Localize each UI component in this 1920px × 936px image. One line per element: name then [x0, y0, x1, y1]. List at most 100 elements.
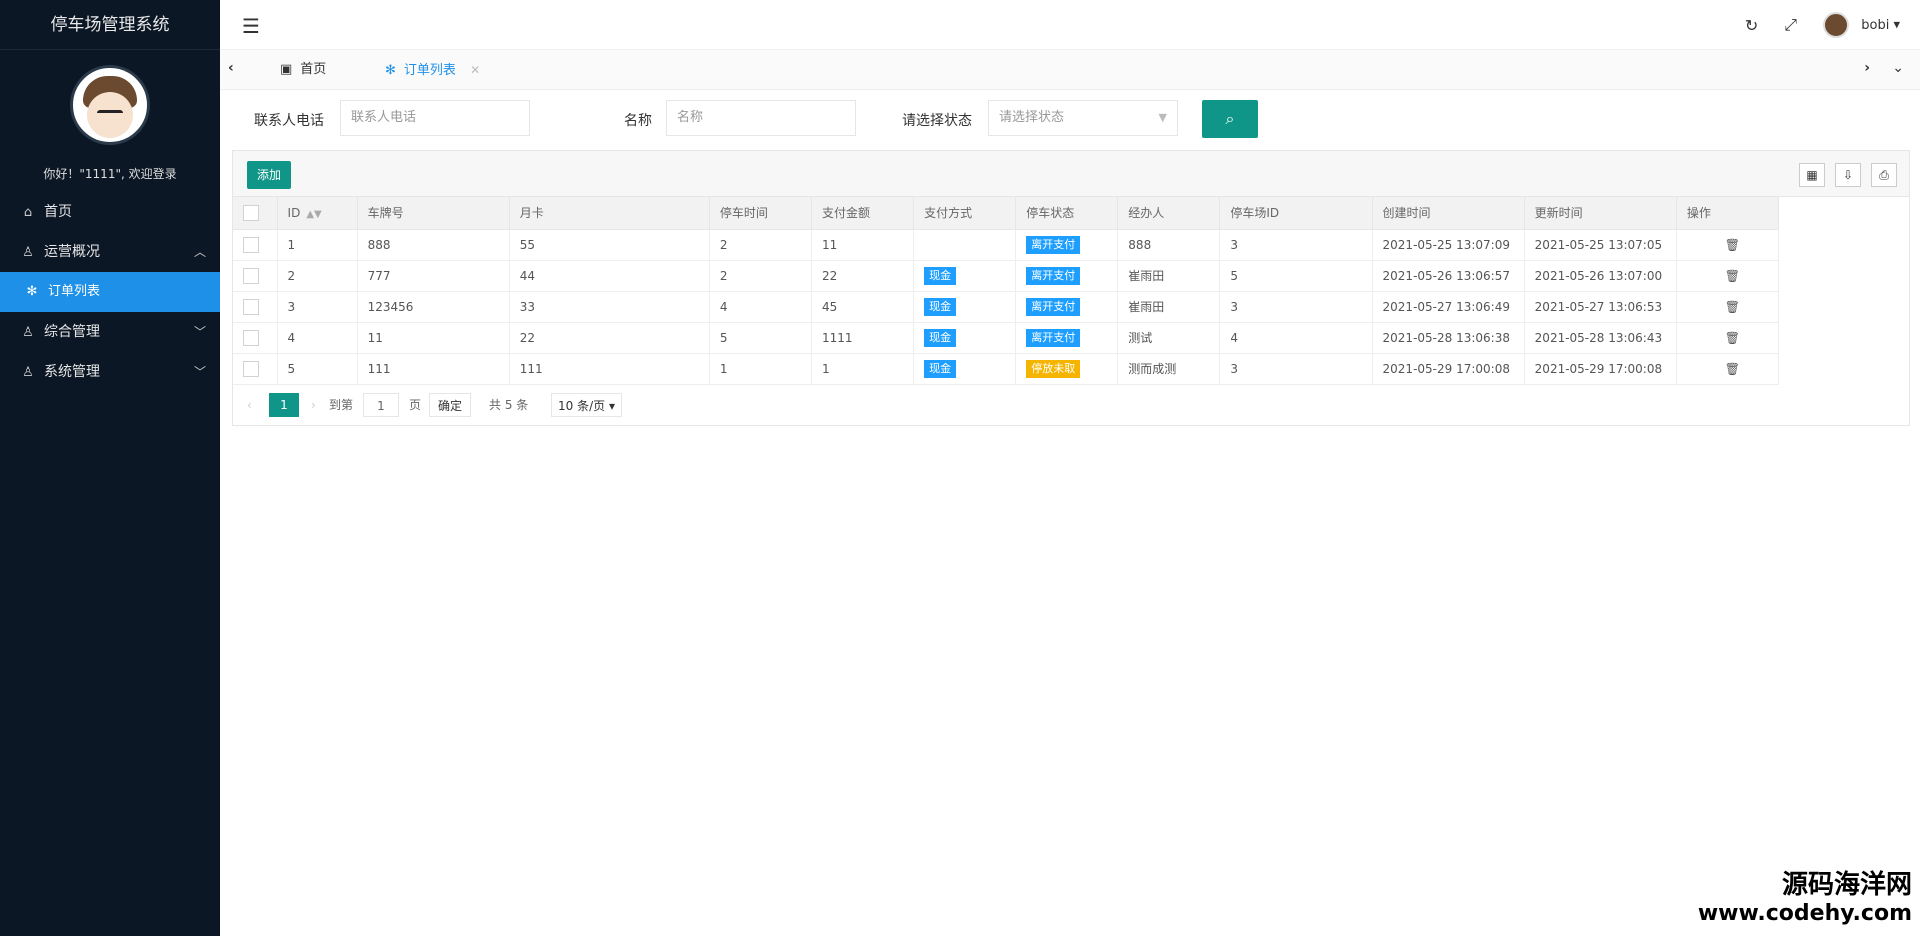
- delete-icon[interactable]: 🗑: [1725, 331, 1740, 345]
- status-badge: 离开支付: [1026, 297, 1081, 316]
- caret-down-icon: ▼: [1158, 111, 1167, 124]
- tab-order-list[interactable]: ✻ 订单列表 ✕: [385, 50, 480, 90]
- cell-card: 111: [509, 353, 710, 385]
- sidebar-item-label: 综合管理: [44, 324, 100, 340]
- table-row: 4 11 22 5 1111 现金 离开支付 测试 4 2021-05-28 13:06:38 20…: [233, 322, 1780, 354]
- user-avatar: [1823, 12, 1850, 38]
- status-badge: 离开支付: [1026, 328, 1081, 347]
- row-checkbox[interactable]: [243, 360, 259, 377]
- fullscreen-icon[interactable]: ⤢: [1784, 15, 1797, 35]
- cell-status: 离开支付: [1015, 322, 1119, 354]
- cell-plate: 11: [357, 322, 510, 354]
- status-label: 请选择状态: [902, 113, 972, 129]
- row-checkbox[interactable]: [243, 329, 259, 346]
- cell-actions: 🗑: [1676, 229, 1780, 261]
- goto-page-input[interactable]: 1: [363, 392, 399, 417]
- select-all-checkbox[interactable]: [243, 204, 259, 221]
- username: bobi: [1861, 17, 1890, 33]
- cell-actions: 🗑: [1676, 260, 1780, 292]
- delete-icon[interactable]: 🗑: [1725, 269, 1740, 283]
- column-header: 停车场ID: [1219, 197, 1373, 230]
- table-header-row: ID ▲▼ 车牌号 月卡 停车时间 支付金额 支付方式 停车状态 经办人 停车场I…: [233, 197, 1780, 230]
- add-button[interactable]: 添加: [247, 161, 292, 189]
- cell-handler: 888: [1117, 229, 1221, 261]
- cell-lot: 3: [1219, 229, 1373, 261]
- menu-toggle-icon[interactable]: ☰: [242, 14, 260, 38]
- column-header: 经办人: [1117, 197, 1221, 230]
- user-menu[interactable]: bobi ▾: [1823, 12, 1900, 38]
- tab-scroll-left-icon[interactable]: ‹: [228, 60, 234, 76]
- cell-updated: 2021-05-25 13:07:05: [1524, 229, 1677, 261]
- print-icon[interactable]: ⎙: [1871, 163, 1897, 187]
- cell-status: 离开支付: [1015, 229, 1119, 261]
- row-select-cell: [233, 291, 278, 323]
- cell-pay: 现金: [913, 260, 1017, 292]
- cell-status: 离开支付: [1015, 260, 1119, 292]
- tab-home[interactable]: ▣ 首页: [280, 50, 326, 90]
- avatar-glasses: [97, 110, 123, 118]
- cell-id: 2: [277, 260, 358, 292]
- column-header[interactable]: ID ▲▼: [277, 197, 358, 230]
- tabs-bar: ‹ ▣ 首页 ✻ 订单列表 ✕ › ⌄: [220, 50, 1920, 90]
- close-icon[interactable]: ✕: [470, 63, 480, 77]
- cell-updated: 2021-05-26 13:07:00: [1524, 260, 1677, 292]
- cell-plate: 777: [357, 260, 510, 292]
- sidebar-nav: ⌂ 首页 ♙ 运营概况 ︿ ✻ 订单列表 ♙ 综合管理 ﹀ ♙ 系统管理 ﹀: [0, 192, 220, 392]
- row-checkbox[interactable]: [243, 236, 259, 253]
- tab-label: 订单列表: [403, 63, 456, 78]
- cell-time: 2: [709, 229, 813, 261]
- table-row: 1 888 55 2 11 离开支付 888 3 2021-05-25 13:07:09 2021…: [233, 229, 1780, 261]
- sort-icon[interactable]: ▲▼: [306, 209, 321, 220]
- goto-confirm-button[interactable]: 确定: [429, 392, 472, 417]
- user-icon: ♙: [22, 325, 34, 340]
- total-count: 共 5 条: [489, 397, 529, 412]
- cell-lot: 5: [1219, 260, 1373, 292]
- page-size-select[interactable]: 10 条/页 ▾: [551, 392, 622, 417]
- columns-icon[interactable]: ▦: [1799, 163, 1825, 187]
- cell-id: 4: [277, 322, 358, 354]
- welcome-text: 你好！"1111", 欢迎登录: [43, 167, 177, 181]
- search-button[interactable]: ⌕: [1202, 100, 1258, 138]
- table-row: 3 123456 33 4 45 现金 离开支付 崔雨田 3 2021-05-27 13:06:4…: [233, 291, 1780, 323]
- cell-actions: 🗑: [1676, 353, 1780, 385]
- avatar[interactable]: [70, 65, 150, 145]
- sidebar-item-home[interactable]: ⌂ 首页: [0, 192, 220, 232]
- cell-created: 2021-05-25 13:07:09: [1372, 229, 1525, 261]
- delete-icon[interactable]: 🗑: [1725, 238, 1740, 252]
- cell-pay: 现金: [913, 322, 1017, 354]
- name-input[interactable]: 名称: [666, 100, 856, 136]
- status-select[interactable]: 请选择状态 ▼: [988, 100, 1178, 136]
- refresh-icon[interactable]: ↻: [1745, 16, 1758, 35]
- status-badge: 停放未取: [1026, 359, 1081, 378]
- cell-amount: 1: [811, 353, 915, 385]
- column-header: 支付方式: [913, 197, 1017, 230]
- sidebar-item-system[interactable]: ♙ 系统管理 ﹀: [0, 352, 220, 392]
- chevron-down-icon: ﹀: [193, 325, 206, 339]
- prev-page-icon[interactable]: ‹: [247, 393, 252, 417]
- column-header: 更新时间: [1524, 197, 1677, 230]
- delete-icon[interactable]: 🗑: [1725, 362, 1740, 376]
- cell-time: 4: [709, 291, 813, 323]
- payment-badge: 现金: [924, 266, 957, 285]
- sidebar-item-operations[interactable]: ♙ 运营概况 ︿: [0, 232, 220, 272]
- page-current[interactable]: 1: [269, 392, 299, 417]
- chevron-down-icon[interactable]: ⌄: [1892, 60, 1904, 76]
- cell-lot: 4: [1219, 322, 1373, 354]
- sidebar-item-order-list[interactable]: ✻ 订单列表: [0, 272, 220, 312]
- phone-input[interactable]: 联系人电话: [340, 100, 530, 136]
- status-select-value: 请选择状态: [999, 110, 1065, 125]
- export-icon[interactable]: ⇩: [1835, 163, 1861, 187]
- cell-status: 停放未取: [1015, 353, 1119, 385]
- next-page-icon[interactable]: ›: [311, 393, 316, 417]
- sidebar-item-management[interactable]: ♙ 综合管理 ﹀: [0, 312, 220, 352]
- delete-icon[interactable]: 🗑: [1725, 300, 1740, 314]
- column-header: 创建时间: [1372, 197, 1525, 230]
- cell-plate: 123456: [357, 291, 510, 323]
- caret-down-icon: ▾: [1893, 17, 1900, 33]
- tab-scroll-right-icon[interactable]: ›: [1864, 60, 1870, 76]
- cell-time: 2: [709, 260, 813, 292]
- row-checkbox[interactable]: [243, 298, 259, 315]
- row-checkbox[interactable]: [243, 267, 259, 284]
- cell-status: 离开支付: [1015, 291, 1119, 323]
- table-row: 5 111 111 1 1 现金 停放未取 测而成测 3 2021-05-29 17:00:08 2…: [233, 353, 1780, 385]
